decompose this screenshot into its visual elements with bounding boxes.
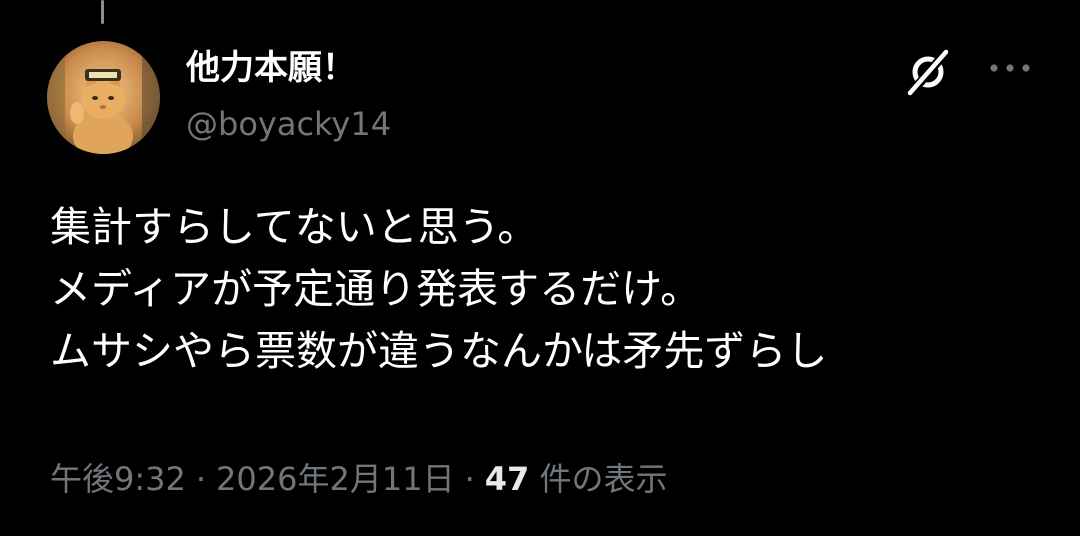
grok-icon (907, 47, 951, 97)
views-count[interactable]: 47 (485, 460, 530, 498)
avatar[interactable] (47, 41, 160, 154)
tweet-text-line: メディアが予定通り発表するだけ。 (50, 265, 702, 313)
grok-button[interactable] (896, 40, 960, 104)
more-options-button[interactable] (978, 44, 1042, 92)
author-display-name[interactable]: 他力本願！ (186, 44, 356, 92)
tweet-date[interactable]: 2026年2月11日 (216, 460, 455, 498)
more-options-icon (990, 64, 1030, 72)
views-label[interactable]: 件の表示 (539, 460, 667, 498)
tweet-text-line: ムサシやら票数が違うなんかは矛先ずらし (50, 327, 828, 375)
tweet-time[interactable]: 午後9:32 (50, 460, 186, 498)
meta-separator: · (195, 460, 207, 498)
cat-photo-avatar-icon (47, 41, 160, 154)
tweet-text-line: 集計すらしてないと思う。 (50, 203, 539, 251)
meta-separator: · (464, 460, 475, 498)
thread-connector-line (101, 0, 104, 24)
author-handle[interactable]: @boyacky14 (186, 100, 391, 148)
tweet-text: 集計すらしてないと思う。 メディアが予定通り発表するだけ。 ムサシやら票数が違う… (50, 196, 1050, 382)
tweet-metadata: 午後9:32 · 2026年2月11日 · 47 件の表示 (50, 454, 667, 504)
